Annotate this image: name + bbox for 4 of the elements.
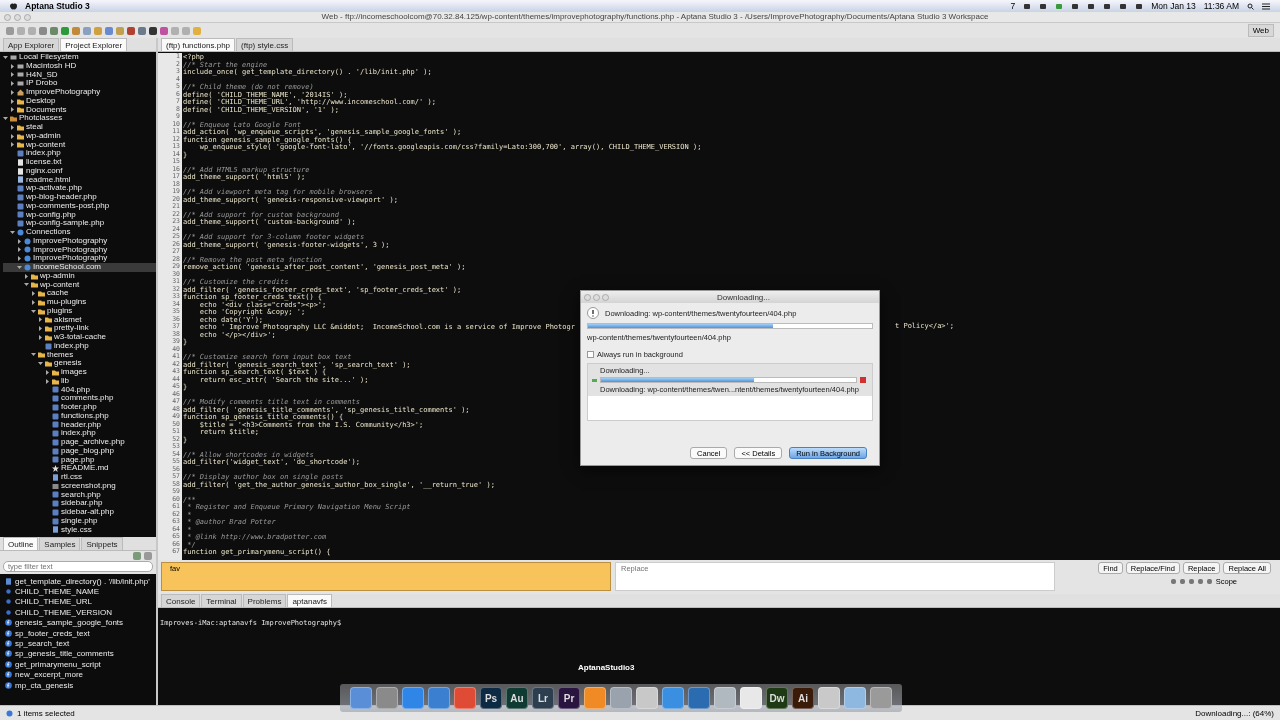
dialog-title: Downloading... — [716, 292, 771, 302]
dock-app-title: AptanaStudio3 — [578, 663, 635, 672]
window-title: Web - ftp://incomeschoolcom@70.32.84.125/wp-content/themes/improvephotography/functions.php - Aptana Studio 3 - /Users/ImprovePhotography/Documents/Aptana Studio 3 Workspace — [320, 12, 990, 22]
status-text: 1 items selected — [17, 708, 75, 718]
